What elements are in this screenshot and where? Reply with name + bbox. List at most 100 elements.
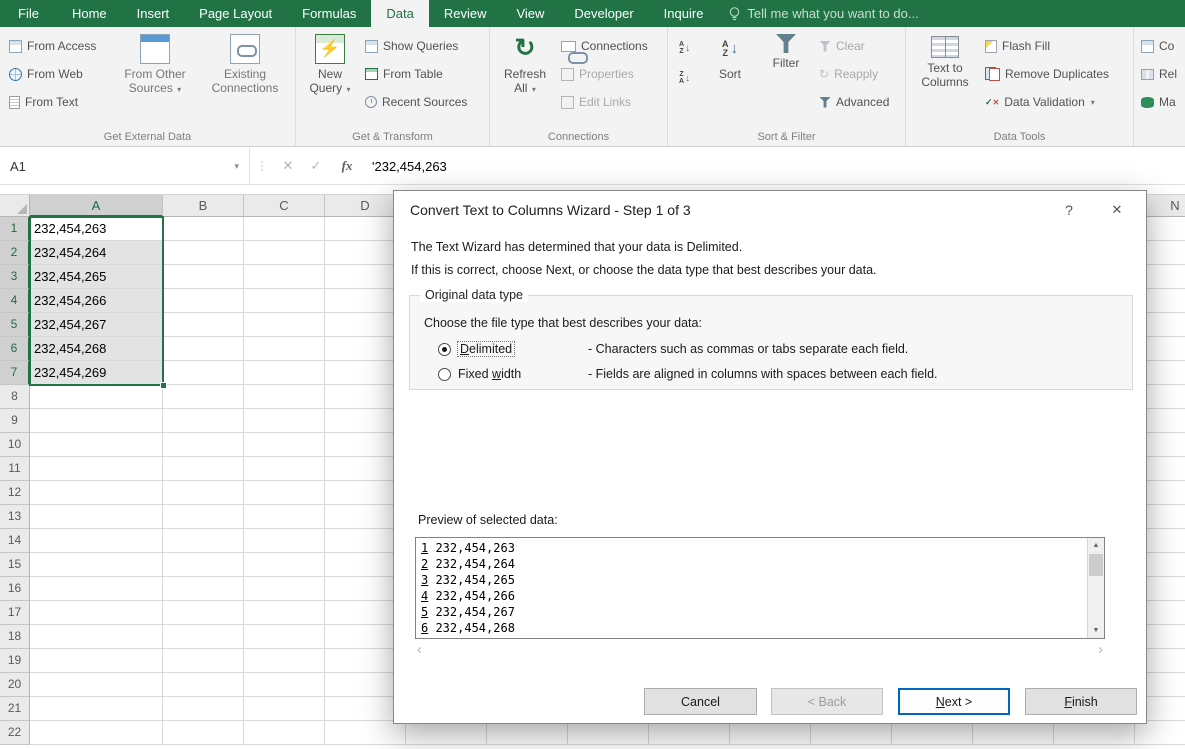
formula-input[interactable]: '232,454,263 bbox=[364, 159, 1185, 174]
cell-a14[interactable] bbox=[30, 529, 163, 553]
tab-inquire[interactable]: Inquire bbox=[649, 0, 719, 27]
cell-a21[interactable] bbox=[30, 697, 163, 721]
cell-c18[interactable] bbox=[244, 625, 325, 649]
row-header-14[interactable]: 14 bbox=[0, 529, 30, 553]
cell-b12[interactable] bbox=[163, 481, 244, 505]
from-web-button[interactable]: From Web bbox=[6, 63, 86, 85]
cell-a17[interactable] bbox=[30, 601, 163, 625]
cancel-button[interactable]: Cancel bbox=[644, 688, 757, 715]
cell-b21[interactable] bbox=[163, 697, 244, 721]
name-box[interactable]: A1 ▾ bbox=[0, 148, 250, 184]
delimited-radio[interactable] bbox=[438, 342, 451, 356]
row-header-9[interactable]: 9 bbox=[0, 409, 30, 433]
advanced-filter-button[interactable]: Advanced bbox=[816, 91, 892, 113]
cell-b16[interactable] bbox=[163, 577, 244, 601]
tab-insert[interactable]: Insert bbox=[122, 0, 185, 27]
cell-b13[interactable] bbox=[163, 505, 244, 529]
cell-b11[interactable] bbox=[163, 457, 244, 481]
row-header-10[interactable]: 10 bbox=[0, 433, 30, 457]
reapply-button[interactable]: ↻ Reapply bbox=[816, 63, 881, 85]
cell-c17[interactable] bbox=[244, 601, 325, 625]
row-header-2[interactable]: 2 bbox=[0, 241, 30, 265]
cell-b7[interactable] bbox=[163, 361, 244, 385]
tab-developer[interactable]: Developer bbox=[559, 0, 648, 27]
cell-c9[interactable] bbox=[244, 409, 325, 433]
row-header-3[interactable]: 3 bbox=[0, 265, 30, 289]
cell-c15[interactable] bbox=[244, 553, 325, 577]
cell-a20[interactable] bbox=[30, 673, 163, 697]
tab-review[interactable]: Review bbox=[429, 0, 502, 27]
row-header-6[interactable]: 6 bbox=[0, 337, 30, 361]
cell-c20[interactable] bbox=[244, 673, 325, 697]
cell-c10[interactable] bbox=[244, 433, 325, 457]
cell-l22[interactable] bbox=[973, 721, 1054, 745]
cell-a16[interactable] bbox=[30, 577, 163, 601]
cell-c8[interactable] bbox=[244, 385, 325, 409]
cell-b4[interactable] bbox=[163, 289, 244, 313]
cell-a3[interactable]: 232,454,265 bbox=[30, 265, 163, 289]
cell-f22[interactable] bbox=[487, 721, 568, 745]
edit-links-button[interactable]: Edit Links bbox=[558, 91, 634, 113]
row-header-17[interactable]: 17 bbox=[0, 601, 30, 625]
cell-a10[interactable] bbox=[30, 433, 163, 457]
cell-c21[interactable] bbox=[244, 697, 325, 721]
cell-c19[interactable] bbox=[244, 649, 325, 673]
cell-a4[interactable]: 232,454,266 bbox=[30, 289, 163, 313]
flash-fill-button[interactable]: Flash Fill bbox=[982, 35, 1053, 57]
delimited-label[interactable]: Delimited bbox=[456, 341, 516, 357]
text-to-columns-button[interactable]: Text to Columns bbox=[914, 29, 976, 123]
cell-a8[interactable] bbox=[30, 385, 163, 409]
row-header-13[interactable]: 13 bbox=[0, 505, 30, 529]
tell-me-box[interactable]: Tell me what you want to do... bbox=[718, 0, 928, 27]
cell-h22[interactable] bbox=[649, 721, 730, 745]
finish-button[interactable]: Finish bbox=[1025, 688, 1137, 715]
tab-file[interactable]: File bbox=[0, 0, 57, 27]
existing-connections-button[interactable]: Existing Connections bbox=[202, 29, 288, 123]
cell-a9[interactable] bbox=[30, 409, 163, 433]
cell-a12[interactable] bbox=[30, 481, 163, 505]
from-other-sources-button[interactable]: From Other Sources ▾ bbox=[116, 29, 194, 123]
connections-button[interactable]: Connections bbox=[558, 35, 651, 64]
cell-b19[interactable] bbox=[163, 649, 244, 673]
cell-a18[interactable] bbox=[30, 625, 163, 649]
cell-c6[interactable] bbox=[244, 337, 325, 361]
scrollbar-thumb[interactable] bbox=[1089, 554, 1103, 576]
refresh-all-button[interactable]: ↻ Refresh All ▾ bbox=[497, 29, 553, 123]
cell-a5[interactable]: 232,454,267 bbox=[30, 313, 163, 337]
remove-duplicates-button[interactable]: Remove Duplicates bbox=[982, 63, 1112, 85]
row-header-20[interactable]: 20 bbox=[0, 673, 30, 697]
cell-c14[interactable] bbox=[244, 529, 325, 553]
cell-b3[interactable] bbox=[163, 265, 244, 289]
cell-a1[interactable]: 232,454,263 bbox=[30, 217, 163, 241]
clear-filter-button[interactable]: Clear bbox=[816, 35, 868, 57]
cell-d22[interactable] bbox=[325, 721, 406, 745]
dialog-help-button[interactable]: ? bbox=[1052, 191, 1086, 229]
cell-a22[interactable] bbox=[30, 721, 163, 745]
confirm-entry-icon[interactable]: ✓ bbox=[302, 158, 330, 174]
recent-sources-button[interactable]: Recent Sources bbox=[362, 91, 470, 113]
row-header-21[interactable]: 21 bbox=[0, 697, 30, 721]
row-header-1[interactable]: 1 bbox=[0, 217, 30, 241]
scroll-up-icon[interactable]: ▲ bbox=[1088, 538, 1104, 553]
dialog-close-button[interactable]: ✕ bbox=[1100, 191, 1134, 229]
cell-a2[interactable]: 232,454,264 bbox=[30, 241, 163, 265]
cell-a7[interactable]: 232,454,269 bbox=[30, 361, 163, 385]
tab-data[interactable]: Data bbox=[371, 0, 429, 27]
select-all-corner[interactable] bbox=[0, 195, 30, 217]
fixed-width-radio[interactable] bbox=[438, 367, 451, 381]
show-queries-button[interactable]: Show Queries bbox=[362, 35, 461, 57]
cell-c12[interactable] bbox=[244, 481, 325, 505]
cell-c11[interactable] bbox=[244, 457, 325, 481]
consolidate-button[interactable]: Co bbox=[1138, 35, 1177, 57]
cell-b18[interactable] bbox=[163, 625, 244, 649]
cell-b1[interactable] bbox=[163, 217, 244, 241]
properties-button[interactable]: Properties bbox=[558, 63, 637, 85]
from-text-button[interactable]: From Text bbox=[6, 91, 81, 113]
cell-b14[interactable] bbox=[163, 529, 244, 553]
cell-a11[interactable] bbox=[30, 457, 163, 481]
cell-b22[interactable] bbox=[163, 721, 244, 745]
cell-e22[interactable] bbox=[406, 721, 487, 745]
data-validation-button[interactable]: ✓✕ Data Validation ▾ bbox=[982, 91, 1098, 113]
row-header-11[interactable]: 11 bbox=[0, 457, 30, 481]
cell-c1[interactable] bbox=[244, 217, 325, 241]
